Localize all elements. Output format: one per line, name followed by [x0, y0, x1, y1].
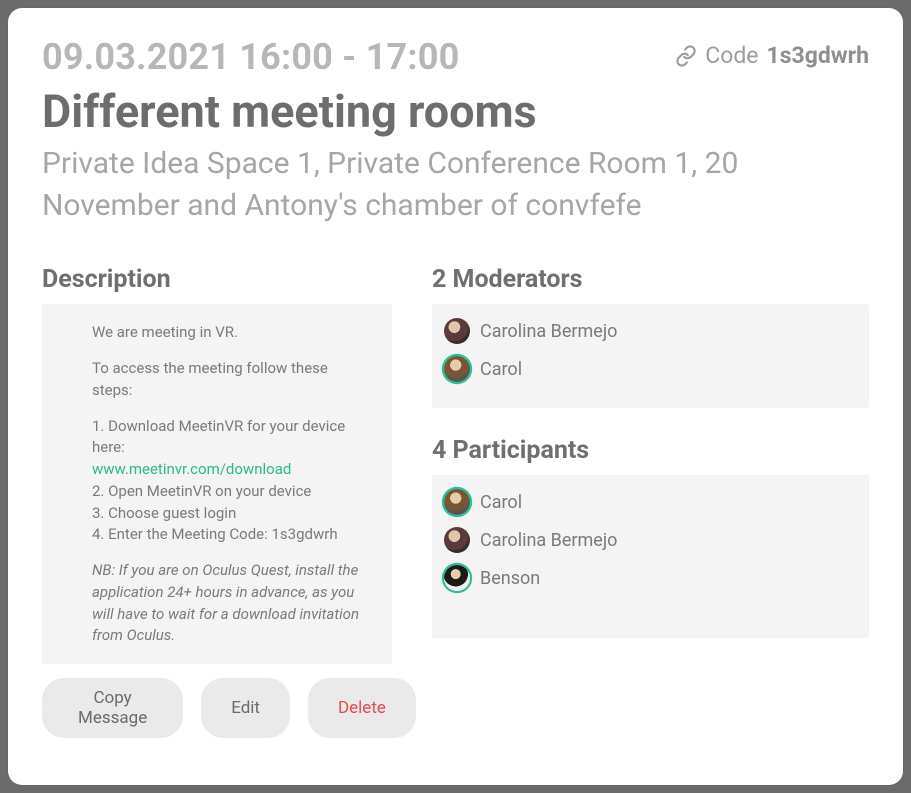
link-icon	[675, 45, 697, 67]
desc-step1-prefix: 1. Download MeetinVR for your device her…	[92, 417, 345, 457]
description-section: Description We are meeting in VR. To acc…	[42, 265, 392, 738]
action-buttons: Copy Message Edit Delete	[42, 678, 392, 738]
person-name: Benson	[480, 568, 540, 589]
avatar	[444, 489, 470, 515]
delete-button[interactable]: Delete	[308, 678, 416, 738]
avatar	[444, 356, 470, 382]
edit-button[interactable]: Edit	[201, 678, 290, 738]
person-row[interactable]: Carol	[440, 350, 861, 388]
moderators-heading: 2 Moderators	[432, 265, 869, 294]
person-row[interactable]: Carol	[440, 483, 861, 521]
person-name: Carolina Bermejo	[480, 321, 617, 342]
meeting-datetime: 09.03.2021 16:00 - 17:00	[42, 38, 459, 78]
desc-step2: 2. Open MeetinVR on your device	[92, 482, 311, 500]
desc-step4: 4. Enter the Meeting Code: 1s3gdwrh	[92, 525, 338, 543]
desc-intro: We are meeting in VR.	[92, 322, 368, 344]
description-box[interactable]: We are meeting in VR. To access the meet…	[42, 304, 392, 664]
header-row: 09.03.2021 16:00 - 17:00 Code 1s3gdwrh	[42, 38, 869, 78]
meeting-code: Code 1s3gdwrh	[675, 42, 869, 69]
person-row[interactable]: Carolina Bermejo	[440, 312, 861, 350]
avatar	[444, 565, 470, 591]
moderators-list[interactable]: Carolina Bermejo Carol	[432, 304, 869, 408]
desc-note: NB: If you are on Oculus Quest, install …	[92, 560, 368, 647]
desc-step3: 3. Choose guest login	[92, 504, 236, 522]
download-link[interactable]: www.meetinvr.com/download	[92, 460, 291, 478]
avatar	[444, 527, 470, 553]
meeting-detail-window: 09.03.2021 16:00 - 17:00 Code 1s3gdwrh D…	[8, 8, 903, 785]
meeting-rooms: Private Idea Space 1, Private Conference…	[42, 143, 822, 227]
person-row[interactable]: Benson	[440, 559, 861, 597]
person-name: Carolina Bermejo	[480, 530, 617, 551]
meeting-title: Different meeting rooms	[42, 86, 869, 138]
copy-message-button[interactable]: Copy Message	[42, 678, 183, 738]
participants-heading: 4 Participants	[432, 436, 869, 465]
people-column: 2 Moderators Carolina Bermejo Carol 4 Par…	[432, 265, 869, 738]
description-heading: Description	[42, 265, 392, 294]
body-grid: Description We are meeting in VR. To acc…	[42, 265, 869, 738]
desc-steps: 1. Download MeetinVR for your device her…	[92, 416, 368, 547]
avatar	[444, 318, 470, 344]
person-row[interactable]: Carolina Bermejo	[440, 521, 861, 559]
desc-steps-lead: To access the meeting follow these steps…	[92, 358, 368, 402]
code-value: 1s3gdwrh	[767, 42, 870, 69]
code-label: Code	[705, 42, 758, 69]
person-name: Carol	[480, 359, 522, 380]
person-name: Carol	[480, 492, 522, 513]
participants-list[interactable]: Carol Carolina Bermejo Benson	[432, 475, 869, 638]
